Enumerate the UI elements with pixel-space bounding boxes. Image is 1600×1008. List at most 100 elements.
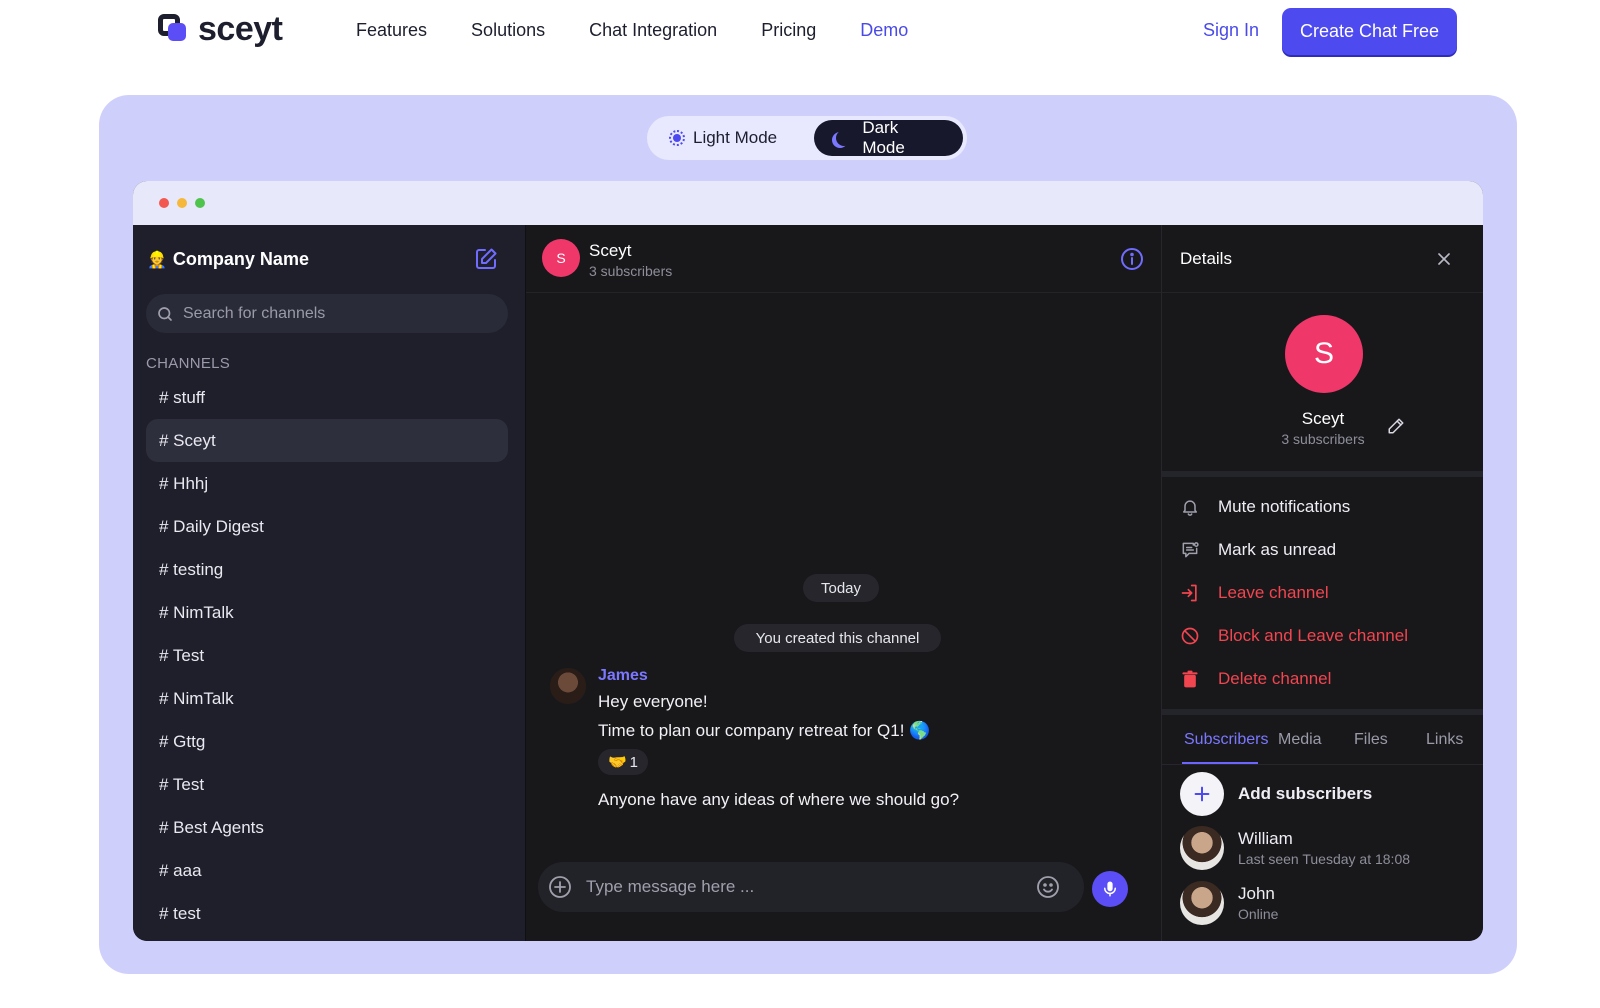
channel-item[interactable]: # Test: [146, 763, 508, 806]
trash-icon: [1182, 670, 1198, 687]
message-text[interactable]: Time to plan our company retreat for Q1!…: [598, 721, 930, 741]
channel-item[interactable]: # Test: [146, 634, 508, 677]
company-header: 👷 Company Name: [147, 249, 309, 270]
info-icon[interactable]: [1120, 247, 1144, 271]
nav-link-demo[interactable]: Demo: [860, 20, 908, 41]
sun-icon: [669, 130, 685, 146]
channel-item[interactable]: # NimTalk: [146, 677, 508, 720]
channels-section-heading: CHANNELS: [146, 355, 231, 372]
channel-list: # stuff # Sceyt # Hhhj # Daily Digest # …: [146, 376, 508, 935]
channel-item-selected[interactable]: # Sceyt: [146, 419, 508, 462]
sign-in-link[interactable]: Sign In: [1203, 20, 1259, 41]
message-input[interactable]: [586, 877, 1036, 897]
message-text[interactable]: Anyone have any ideas of where we should…: [598, 790, 959, 810]
tab-files[interactable]: Files: [1354, 731, 1388, 749]
nav-link-pricing[interactable]: Pricing: [761, 20, 816, 41]
dark-mode-label: Dark Mode: [862, 118, 905, 157]
member-avatar: [1180, 881, 1224, 925]
member-status: Online: [1238, 906, 1279, 922]
dark-mode-option[interactable]: Dark Mode: [814, 118, 963, 157]
logo-icon: [158, 14, 190, 44]
details-avatar: S: [1285, 315, 1363, 393]
channel-item[interactable]: # Daily Digest: [146, 505, 508, 548]
moon-icon: [836, 130, 852, 146]
block-and-leave-action[interactable]: Block and Leave channel: [1162, 614, 1483, 657]
voice-record-button[interactable]: [1092, 871, 1128, 907]
search-input[interactable]: [183, 304, 483, 323]
chat-app: 👷 Company Name CHANNELS # stuff # Sceyt …: [133, 225, 1483, 941]
channel-search: [146, 294, 508, 333]
message-reaction[interactable]: 🤝 1: [598, 749, 648, 775]
details-tabs: Subscribers Media Files Links: [1162, 725, 1483, 765]
channel-item[interactable]: # test: [146, 892, 508, 935]
member-name: John: [1238, 884, 1275, 903]
channel-item[interactable]: # Best Agents: [146, 806, 508, 849]
details-channel-name: Sceyt: [1301, 409, 1345, 428]
sender-name[interactable]: James: [598, 667, 648, 685]
add-subscribers-label: Add subscribers: [1238, 784, 1373, 803]
add-subscribers-button[interactable]: Add subscribers: [1180, 772, 1372, 816]
channel-subscriber-count: 3 subscribers: [589, 263, 673, 279]
minimize-window-dot[interactable]: [177, 198, 187, 208]
leave-channel-label: Leave channel: [1218, 582, 1329, 602]
company-emoji-icon: 👷: [147, 251, 167, 269]
nav-link-features[interactable]: Features: [356, 20, 427, 41]
bell-icon: [1183, 499, 1197, 516]
mark-as-unread-label: Mark as unread: [1218, 539, 1337, 559]
nav-link-chat-integration[interactable]: Chat Integration: [589, 20, 717, 41]
app-window: 👷 Company Name CHANNELS # stuff # Sceyt …: [133, 181, 1483, 941]
member-row[interactable]: John Online: [1180, 881, 1278, 925]
details-subscriber-count: 3 subscribers: [1281, 431, 1365, 447]
channel-item[interactable]: # NimTalk: [146, 591, 508, 634]
mark-as-unread-action[interactable]: Mark as unread: [1162, 528, 1483, 571]
chat-panel: S Sceyt 3 subscribers Today You created …: [525, 225, 1161, 941]
reaction-emoji: 🤝: [607, 754, 627, 771]
leave-icon: [1181, 584, 1197, 601]
company-name: Company Name: [172, 249, 309, 269]
add-circle-icon: [1180, 772, 1224, 816]
emoji-icon[interactable]: [1036, 875, 1060, 899]
nav-links: Features Solutions Chat Integration Pric…: [356, 20, 952, 41]
new-channel-icon[interactable]: [474, 247, 498, 271]
delete-channel-action[interactable]: Delete channel: [1162, 657, 1483, 700]
active-tab-indicator: [1182, 762, 1258, 764]
details-header: Details: [1162, 225, 1483, 293]
theme-toggle: Light Mode Dark Mode: [647, 116, 967, 160]
channel-item[interactable]: # aaa: [146, 849, 508, 892]
sender-avatar[interactable]: [550, 668, 586, 704]
tab-subscribers[interactable]: Subscribers: [1184, 731, 1268, 749]
member-name: William: [1238, 829, 1293, 848]
channel-item[interactable]: # testing: [146, 548, 508, 591]
light-mode-option[interactable]: Light Mode: [651, 120, 814, 156]
mute-notifications-action[interactable]: Mute notifications: [1162, 485, 1483, 528]
create-chat-free-button[interactable]: Create Chat Free: [1282, 8, 1457, 55]
top-nav: sceyt Features Solutions Chat Integratio…: [0, 0, 1600, 62]
channel-avatar[interactable]: S: [542, 239, 580, 277]
message-text[interactable]: Hey everyone!: [598, 692, 708, 712]
channel-item[interactable]: # Gttg: [146, 720, 508, 763]
delete-channel-label: Delete channel: [1218, 668, 1332, 688]
details-panel: Details S Sceyt 3 subscribers Mute notif…: [1161, 225, 1483, 941]
attach-plus-icon[interactable]: [548, 875, 572, 899]
brand-logo[interactable]: sceyt: [158, 12, 283, 46]
maximize-window-dot[interactable]: [195, 198, 205, 208]
tab-media[interactable]: Media: [1278, 731, 1322, 749]
search-icon: [158, 306, 172, 321]
channel-item[interactable]: # stuff: [146, 376, 508, 419]
close-window-dot[interactable]: [159, 198, 169, 208]
member-status: Last seen Tuesday at 18:08: [1238, 851, 1411, 867]
channel-item[interactable]: # Hhhj: [146, 462, 508, 505]
chat-header: S Sceyt 3 subscribers: [526, 225, 1161, 293]
system-message: You created this channel: [734, 624, 941, 652]
close-icon[interactable]: [1434, 249, 1454, 269]
mute-notifications-label: Mute notifications: [1218, 496, 1351, 516]
edit-pencil-icon[interactable]: [1387, 417, 1405, 435]
member-row[interactable]: William Last seen Tuesday at 18:08: [1180, 826, 1410, 870]
message-composer: [538, 862, 1084, 912]
member-avatar: [1180, 826, 1224, 870]
tab-links[interactable]: Links: [1426, 731, 1463, 749]
nav-link-solutions[interactable]: Solutions: [471, 20, 545, 41]
channel-actions: Mute notifications Mark as unread Leave …: [1162, 485, 1483, 700]
leave-channel-action[interactable]: Leave channel: [1162, 571, 1483, 614]
reaction-count: 1: [629, 753, 639, 771]
